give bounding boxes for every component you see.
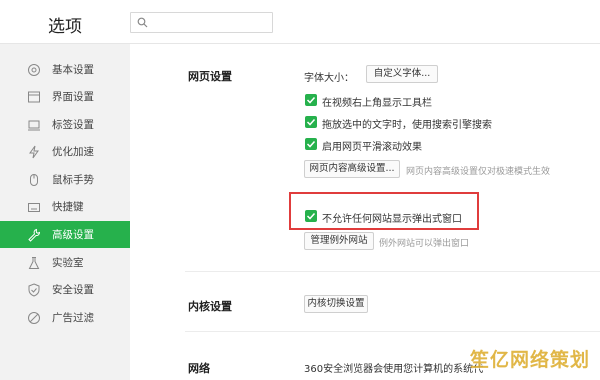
search-input[interactable] (151, 15, 269, 30)
font-size-label: 字体大小： (304, 73, 354, 84)
divider (185, 331, 600, 332)
sidebar-item-label: 安全设置 (52, 284, 94, 296)
block-icon (28, 312, 40, 324)
divider (185, 271, 600, 272)
network-description: 360安全浏览器会使用您计算机的系统代 (304, 364, 484, 375)
sidebar-item-label: 优化加速 (52, 146, 94, 158)
mouse-icon (30, 174, 38, 186)
sidebar-item-mouse[interactable]: 鼠标手势 (0, 166, 130, 193)
sidebar-item-basic[interactable]: 基本设置 (0, 56, 130, 83)
wrench-icon (28, 228, 41, 242)
search-box[interactable] (130, 12, 273, 33)
manage-exceptions-button[interactable]: 管理例外网站 (304, 232, 374, 250)
shield-icon (28, 283, 40, 297)
checkbox[interactable] (305, 116, 317, 128)
circle-settings-icon (28, 64, 40, 76)
sidebar-item-label: 界面设置 (52, 91, 94, 103)
section-title-kernel: 内核设置 (188, 300, 232, 313)
sidebar-item-interface[interactable]: 界面设置 (0, 83, 130, 110)
window-icon (28, 91, 40, 103)
sidebar-item-label: 高级设置 (52, 229, 94, 241)
option-label: 在视频右上角显示工具栏 (322, 98, 432, 109)
advanced-content-button[interactable]: 网页内容高级设置... (304, 160, 400, 178)
sidebar-item-label: 实验室 (52, 257, 84, 269)
title-bar: 选项 (0, 0, 600, 44)
sidebar: 基本设置 界面设置 标签设置 优化加速 鼠标手势 快捷键 高级设置 实验室 安全… (0, 56, 130, 380)
sidebar-item-label: 广告过滤 (52, 312, 94, 324)
flask-icon (28, 257, 40, 269)
sidebar-item-label: 快捷键 (52, 201, 84, 213)
highlight-box (289, 192, 479, 230)
sidebar-item-tabs[interactable]: 标签设置 (0, 111, 130, 138)
advanced-content-hint: 网页内容高级设置仅对极速模式生效 (406, 167, 551, 177)
sidebar-item-advanced[interactable]: 高级设置 (0, 221, 130, 248)
sidebar-item-lab[interactable]: 实验室 (0, 249, 130, 276)
section-title-webpage: 网页设置 (188, 70, 232, 83)
section-title-network: 网络 (188, 362, 210, 375)
lightning-icon (29, 145, 39, 159)
option-label: 拖放选中的文字时，使用搜索引擎搜索 (322, 120, 492, 131)
sidebar-item-security[interactable]: 安全设置 (0, 276, 130, 303)
sidebar-item-shortcuts[interactable]: 快捷键 (0, 193, 130, 220)
sidebar-item-label: 鼠标手势 (52, 174, 94, 186)
sidebar-item-speed[interactable]: 优化加速 (0, 138, 130, 165)
watermark: 笙亿网络策划 (470, 349, 591, 371)
checkbox[interactable] (305, 94, 317, 106)
page-title: 选项 (48, 17, 82, 37)
kernel-switch-button[interactable]: 内核切换设置 (304, 295, 368, 313)
exceptions-hint: 例外网站可以弹出窗口 (379, 239, 470, 249)
search-icon (137, 17, 148, 28)
custom-font-button[interactable]: 自定义字体... (366, 65, 438, 83)
option-label: 启用网页平滑滚动效果 (322, 142, 422, 153)
sidebar-item-label: 标签设置 (52, 119, 94, 131)
sidebar-item-label: 基本设置 (52, 64, 94, 76)
sidebar-item-adblock[interactable]: 广告过滤 (0, 304, 130, 331)
keyboard-icon (28, 203, 40, 212)
tab-icon (28, 120, 40, 131)
checkbox[interactable] (305, 138, 317, 150)
